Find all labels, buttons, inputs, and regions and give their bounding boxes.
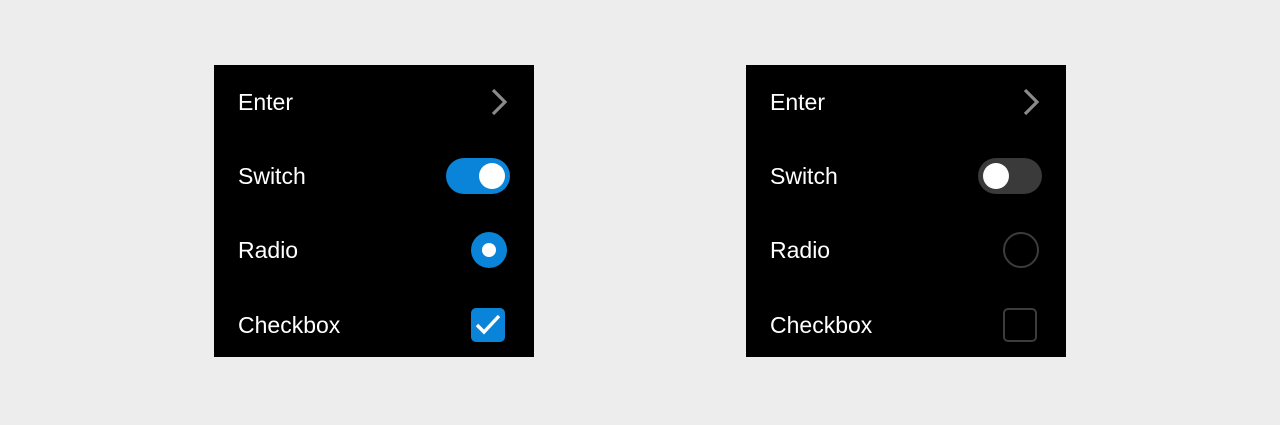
switch-toggle-on[interactable] bbox=[446, 158, 510, 194]
radio-button-unselected[interactable] bbox=[1003, 232, 1039, 268]
switch-knob bbox=[479, 163, 505, 189]
switch-knob bbox=[983, 163, 1009, 189]
enter-label: Enter bbox=[770, 89, 825, 115]
chevron-right-icon bbox=[488, 87, 510, 117]
checkbox-unchecked[interactable] bbox=[1003, 308, 1037, 342]
checkbox-checked[interactable] bbox=[471, 308, 505, 342]
radio-label: Radio bbox=[238, 237, 299, 263]
checkmark-icon bbox=[475, 314, 501, 335]
switch-row: Switch bbox=[214, 156, 534, 196]
radio-row: Radio bbox=[214, 230, 534, 270]
checkbox-label: Checkbox bbox=[770, 312, 873, 338]
chevron-right-icon bbox=[1020, 87, 1042, 117]
radio-row: Radio bbox=[746, 230, 1066, 270]
checkbox-row: Checkbox bbox=[746, 305, 1066, 345]
checkbox-label: Checkbox bbox=[238, 312, 341, 338]
checkbox-row: Checkbox bbox=[214, 305, 534, 345]
switch-label: Switch bbox=[770, 163, 838, 189]
enter-row[interactable]: Enter bbox=[214, 82, 534, 122]
enter-label: Enter bbox=[238, 89, 293, 115]
radio-button-selected[interactable] bbox=[471, 232, 507, 268]
switch-toggle-off[interactable] bbox=[978, 158, 1042, 194]
settings-panel-unchecked: Enter Switch Radio Checkbox bbox=[746, 65, 1066, 357]
settings-panel-checked: Enter Switch Radio Checkbox bbox=[214, 65, 534, 357]
radio-label: Radio bbox=[770, 237, 831, 263]
enter-row[interactable]: Enter bbox=[746, 82, 1066, 122]
switch-label: Switch bbox=[238, 163, 306, 189]
switch-row: Switch bbox=[746, 156, 1066, 196]
